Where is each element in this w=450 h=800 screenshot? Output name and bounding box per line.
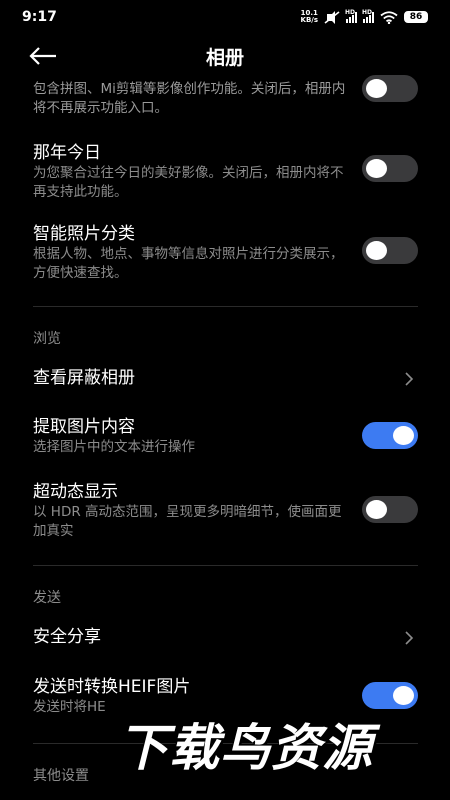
toggle-knob [393,426,414,445]
gallery-settings-screen: 9:17 10.1 KB/s HD HD 86 相册 包含拼图、Mi剪辑等影像创… [0,0,450,800]
toggle-extract-content[interactable] [362,422,418,449]
toggle-creative[interactable] [362,75,418,102]
setting-title-hidden-album: 查看屏蔽相册 [33,368,135,388]
setting-title-extract-content: 提取图片内容 [33,417,135,437]
setting-title-hdr-display: 超动态显示 [33,482,118,502]
chevron-right-icon [405,631,414,645]
section-label-other: 其他设置 [33,768,89,784]
setting-desc-creative: 包含拼图、Mi剪辑等影像创作功能。关闭后，相册内将不再展示功能入口。 [33,81,346,116]
toggle-on-this-day[interactable] [362,155,418,182]
watermark-overlay: 下载鸟资源 [118,719,373,777]
setting-item-on-this-day: 那年今日 为您聚合过往今日的美好影像。关闭后，相册内将不再支持此功能。 [33,142,418,202]
setting-desc-hdr-display: 以 HDR 高动态范围，呈现更多明暗细节，使画面更加真实 [33,504,342,539]
toggle-hdr-display[interactable] [362,496,418,523]
setting-item-safe-share[interactable]: 安全分享 [33,626,418,652]
setting-item-creative: 包含拼图、Mi剪辑等影像创作功能。关闭后，相册内将不再展示功能入口。 [33,75,418,120]
setting-desc-on-this-day: 为您聚合过往今日的美好影像。关闭后，相册内将不再支持此功能。 [33,165,344,200]
settings-list: 包含拼图、Mi剪辑等影像创作功能。关闭后，相册内将不再展示功能入口。 那年今日 … [0,0,450,800]
setting-item-smart-classify: 智能照片分类 根据人物、地点、事物等信息对照片进行分类展示，方便快速查找。 [33,223,418,283]
setting-item-hdr-display: 超动态显示 以 HDR 高动态范围，呈现更多明暗细节，使画面更加真实 [33,481,418,541]
setting-desc-smart-classify: 根据人物、地点、事物等信息对照片进行分类展示，方便快速查找。 [33,246,344,281]
setting-title-on-this-day: 那年今日 [33,143,101,163]
setting-desc-extract-content: 选择图片中的文本进行操作 [33,439,195,455]
toggle-knob [366,159,387,178]
setting-title-safe-share: 安全分享 [33,627,101,647]
chevron-right-icon [405,372,414,386]
setting-item-extract-content: 提取图片内容 选择图片中的文本进行操作 [33,416,418,460]
toggle-heif-convert[interactable] [362,682,418,709]
toggle-knob [366,500,387,519]
section-divider [33,306,418,307]
toggle-knob [393,686,414,705]
toggle-smart-classify[interactable] [362,237,418,264]
section-label-send: 发送 [33,590,61,606]
section-label-browse: 浏览 [33,331,61,347]
toggle-knob [366,241,387,260]
setting-title-heif-convert: 发送时转换HEIF图片 [33,677,191,697]
toggle-knob [366,79,387,98]
setting-item-hidden-album[interactable]: 查看屏蔽相册 [33,367,418,393]
setting-title-smart-classify: 智能照片分类 [33,224,135,244]
section-divider [33,565,418,566]
